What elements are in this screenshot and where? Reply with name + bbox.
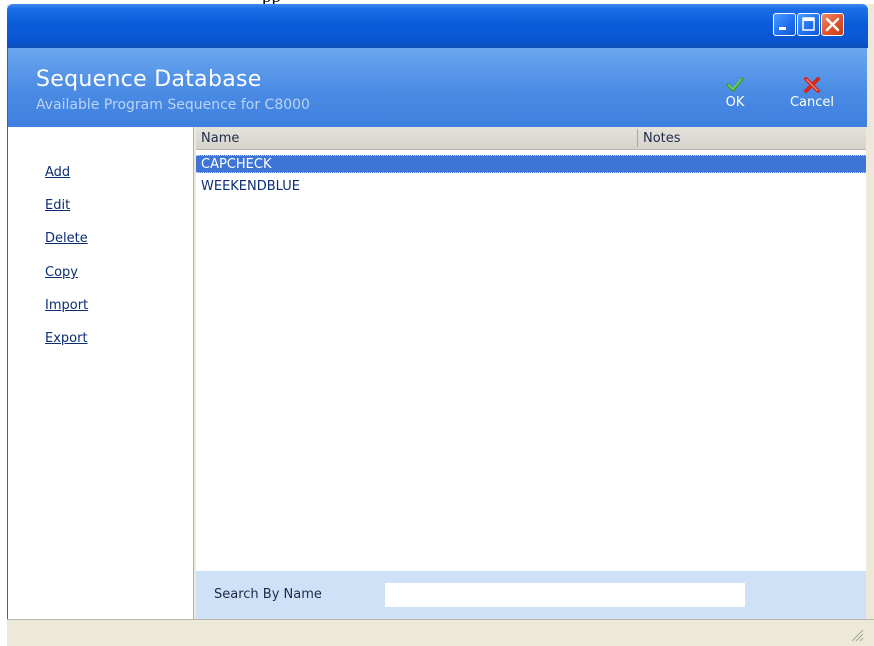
dialog-header: Sequence Database Available Program Sequ… [7,48,869,127]
check-icon [726,77,744,92]
column-header-name[interactable]: Name [201,131,239,146]
minimize-button[interactable] [773,13,796,36]
add-link[interactable]: Add [45,165,70,180]
action-sidebar: Add Edit Delete Copy Import Export [7,127,194,619]
window-frame [867,48,874,619]
maximize-icon [802,17,815,31]
column-header-notes[interactable]: Notes [643,131,681,146]
maximize-button[interactable] [797,13,820,36]
export-link[interactable]: Export [45,331,88,346]
search-label: Search By Name [214,587,322,602]
status-bar [7,619,874,646]
minimize-icon [779,27,786,30]
dialog-title: Sequence Database [36,67,262,92]
row-name-cell: WEEKENDBLUE [201,179,300,194]
table-header: Name Notes [196,127,866,150]
table-row[interactable]: WEEKENDBLUE [196,178,866,196]
search-bar: Search By Name [196,571,866,619]
sequence-table: Name Notes CAPCHECK WEEKENDBLUE [196,127,866,572]
close-icon [825,17,840,32]
table-row[interactable]: CAPCHECK [196,155,866,173]
resize-grip-icon[interactable] [850,628,864,642]
edit-link[interactable]: Edit [45,198,70,213]
copy-link[interactable]: Copy [45,265,78,280]
ok-button[interactable]: OK [722,76,748,110]
cancel-label: Cancel [789,95,835,110]
column-divider[interactable] [637,129,638,147]
cancel-button[interactable]: Cancel [787,76,837,110]
search-input[interactable] [385,583,745,607]
dialog-subtitle: Available Program Sequence for C8000 [36,97,310,113]
x-icon [804,77,820,93]
title-bar[interactable] [7,4,868,48]
delete-link[interactable]: Delete [45,231,88,246]
close-window-button[interactable] [821,13,844,36]
row-name-cell: CAPCHECK [201,157,272,172]
ok-label: OK [725,95,745,110]
sequence-database-window: Sequence Database Available Program Sequ… [7,4,874,646]
import-link[interactable]: Import [45,298,88,313]
